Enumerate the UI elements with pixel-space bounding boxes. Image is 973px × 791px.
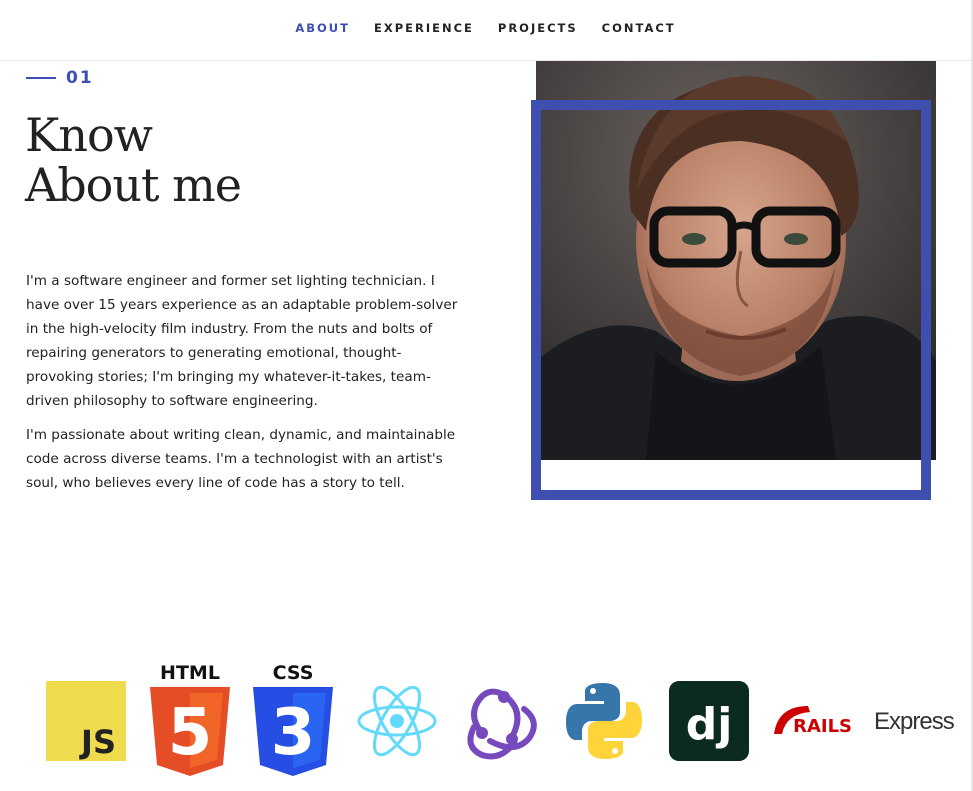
css-digit: 3 xyxy=(271,696,316,770)
express-label: Express xyxy=(874,708,955,735)
redux-logo xyxy=(460,681,542,765)
html-label: HTML xyxy=(160,662,220,684)
heading-line-1: Know xyxy=(25,108,153,162)
top-navigation: ABOUT EXPERIENCE PROJECTS CONTACT xyxy=(0,0,971,61)
nav-projects[interactable]: PROJECTS xyxy=(498,21,578,35)
javascript-logo: JS xyxy=(46,681,126,765)
html5-logo: HTML 5 xyxy=(150,662,230,782)
django-label: dj xyxy=(686,699,733,750)
about-paragraph-1: I'm a software engineer and former set l… xyxy=(26,273,458,409)
section-line xyxy=(26,77,56,79)
python-logo xyxy=(564,681,644,765)
html-digit: 5 xyxy=(168,696,213,770)
section-number: 01 xyxy=(26,68,94,88)
css-label: CSS xyxy=(273,662,314,684)
nav-links: ABOUT EXPERIENCE PROJECTS CONTACT xyxy=(0,21,971,35)
rails-logo: RAILS xyxy=(772,702,854,742)
heading-line-2: About me xyxy=(25,158,242,212)
section-number-text: 01 xyxy=(66,68,94,88)
js-label: JS xyxy=(79,723,116,761)
django-logo: dj xyxy=(669,681,749,765)
nav-experience[interactable]: EXPERIENCE xyxy=(374,21,474,35)
about-paragraph-2: I'm passionate about writing clean, dyna… xyxy=(26,427,456,491)
rails-label: RAILS xyxy=(793,716,852,737)
profile-photo xyxy=(536,61,936,460)
about-heading: Know About me xyxy=(25,108,242,212)
nav-about[interactable]: ABOUT xyxy=(295,21,350,35)
css3-logo: CSS 3 xyxy=(253,662,333,782)
express-logo: Express xyxy=(874,706,958,742)
react-logo xyxy=(357,683,437,763)
nav-contact[interactable]: CONTACT xyxy=(602,21,676,35)
